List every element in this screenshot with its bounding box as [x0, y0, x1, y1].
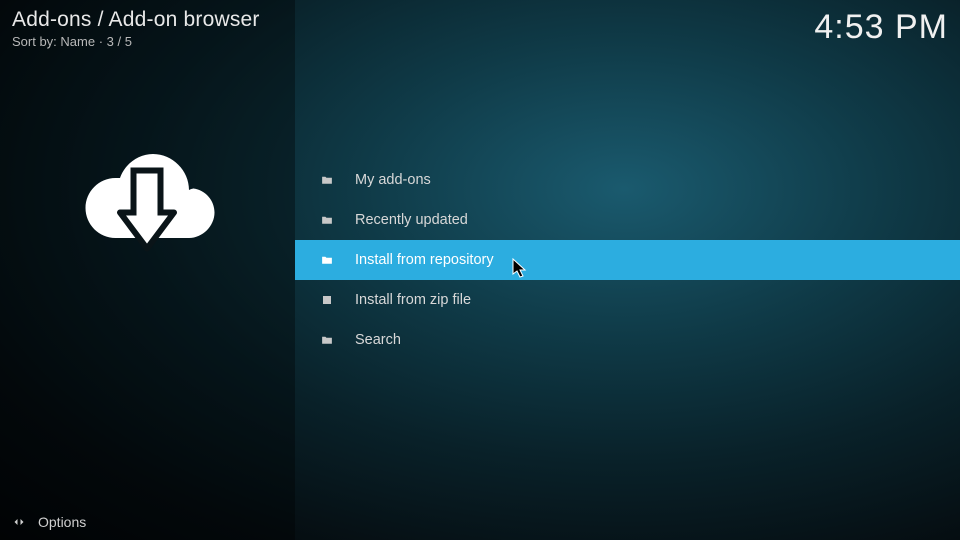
menu-item-my-addons[interactable]: My add-ons	[295, 160, 960, 200]
footer-options[interactable]: Options	[0, 504, 295, 540]
menu-item-search[interactable]: Search	[295, 320, 960, 360]
menu-item-recently-updated[interactable]: Recently updated	[295, 200, 960, 240]
menu-item-label: My add-ons	[355, 172, 431, 188]
header: Add-ons / Add-on browser Sort by: Name ·…	[12, 8, 948, 49]
clock: 4:53 PM	[814, 8, 948, 47]
menu-item-label: Install from zip file	[355, 292, 471, 308]
menu-item-install-from-zip[interactable]: Install from zip file	[295, 280, 960, 320]
menu-item-label: Install from repository	[355, 252, 494, 268]
breadcrumb: Add-ons / Add-on browser	[12, 8, 260, 32]
folder-icon	[319, 212, 335, 228]
menu-item-label: Search	[355, 332, 401, 348]
left-sidebar	[0, 0, 295, 540]
menu-item-install-from-repository[interactable]: Install from repository	[295, 240, 960, 280]
sort-info: Sort by: Name · 3 / 5	[12, 34, 260, 49]
menu-item-label: Recently updated	[355, 212, 468, 228]
options-icon	[10, 513, 28, 531]
zip-icon	[319, 292, 335, 308]
folder-icon	[319, 172, 335, 188]
folder-icon	[319, 252, 335, 268]
folder-icon	[319, 332, 335, 348]
options-label: Options	[38, 514, 86, 530]
addon-browser-menu: My add-ons Recently updated Install from…	[295, 160, 960, 360]
download-cloud-icon	[72, 124, 222, 274]
